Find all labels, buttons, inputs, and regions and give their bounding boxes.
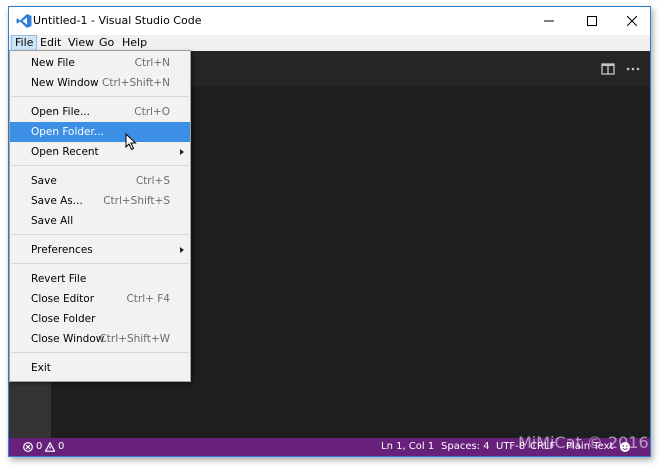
- file-menu-dropdown: New File Ctrl+N New Window Ctrl+Shift+N …: [9, 50, 191, 382]
- menu-bar: File Edit View Go Help: [9, 35, 650, 51]
- menu-item-label: Open File...: [31, 106, 90, 118]
- menu-item-label: Open Folder...: [31, 126, 104, 138]
- menu-item-label: New Window: [31, 77, 99, 89]
- menu-item-save-all[interactable]: Save All: [10, 211, 190, 231]
- error-icon[interactable]: [23, 442, 33, 452]
- menu-separator: [11, 165, 189, 166]
- menu-item-open-file[interactable]: Open File... Ctrl+O: [10, 102, 190, 122]
- menu-separator: [11, 263, 189, 264]
- menu-item-label: Open Recent: [31, 146, 99, 158]
- submenu-arrow-icon: [180, 247, 184, 253]
- menu-help[interactable]: Help: [119, 36, 150, 50]
- menu-item-close-folder[interactable]: Close Folder: [10, 309, 190, 329]
- submenu-arrow-icon: [180, 149, 184, 155]
- error-count[interactable]: 0: [36, 441, 42, 453]
- menu-item-save-as[interactable]: Save As... Ctrl+Shift+S: [10, 191, 190, 211]
- close-icon: [627, 16, 637, 26]
- menu-item-label: Close Window: [31, 333, 105, 345]
- menu-item-exit[interactable]: Exit: [10, 358, 190, 378]
- window-title: Untitled-1 - Visual Studio Code: [33, 14, 202, 27]
- warning-icon[interactable]: [45, 442, 55, 452]
- menu-item-label: Close Editor: [31, 293, 95, 305]
- menu-separator: [11, 234, 189, 235]
- menu-go[interactable]: Go: [96, 36, 117, 50]
- menu-item-shortcut: Ctrl+Shift+N: [102, 77, 170, 89]
- vscode-logo-icon: [16, 14, 32, 28]
- menu-item-label: Exit: [31, 362, 51, 374]
- menu-item-shortcut: Ctrl+O: [134, 106, 170, 118]
- menu-item-shortcut: Ctrl+N: [134, 57, 170, 69]
- menu-item-shortcut: Ctrl+ F4: [126, 293, 170, 305]
- minimize-button[interactable]: [527, 7, 571, 35]
- menu-item-label: Preferences: [31, 244, 93, 256]
- indentation-setting[interactable]: Spaces: 4: [441, 441, 490, 453]
- menu-view[interactable]: View: [65, 36, 97, 50]
- menu-item-close-editor[interactable]: Close Editor Ctrl+ F4: [10, 289, 190, 309]
- menu-item-shortcut: Ctrl+Shift+W: [99, 333, 170, 345]
- menu-separator: [11, 96, 189, 97]
- menu-file[interactable]: File: [11, 35, 38, 51]
- menu-item-label: Save: [31, 175, 57, 187]
- split-editor-icon[interactable]: [600, 61, 616, 77]
- close-button[interactable]: [614, 7, 650, 35]
- maximize-icon: [587, 16, 597, 26]
- mouse-cursor-icon: [125, 133, 137, 151]
- menu-item-revert-file[interactable]: Revert File: [10, 269, 190, 289]
- menu-item-save[interactable]: Save Ctrl+S: [10, 171, 190, 191]
- menu-item-label: Save All: [31, 215, 74, 227]
- menu-item-label: Close Folder: [31, 313, 96, 325]
- cursor-position[interactable]: Ln 1, Col 1: [381, 441, 434, 453]
- menu-item-label: Revert File: [31, 273, 87, 285]
- menu-separator: [11, 352, 189, 353]
- menu-item-open-folder[interactable]: Open Folder...: [10, 122, 190, 142]
- menu-item-shortcut: Ctrl+Shift+S: [103, 195, 170, 207]
- menu-item-new-file[interactable]: New File Ctrl+N: [10, 53, 190, 73]
- menu-item-open-recent[interactable]: Open Recent: [10, 142, 190, 162]
- menu-item-close-window[interactable]: Close Window Ctrl+Shift+W: [10, 329, 190, 349]
- menu-edit[interactable]: Edit: [37, 36, 64, 50]
- minimize-icon: [544, 20, 554, 22]
- menu-item-new-window[interactable]: New Window Ctrl+Shift+N: [10, 73, 190, 93]
- menu-item-label: New File: [31, 57, 75, 69]
- menu-item-preferences[interactable]: Preferences: [10, 240, 190, 260]
- menu-item-label: Save As...: [31, 195, 83, 207]
- more-icon[interactable]: [625, 61, 641, 77]
- watermark: MiMiCat © 2016: [518, 433, 649, 452]
- maximize-button[interactable]: [570, 7, 614, 35]
- menu-item-shortcut: Ctrl+S: [135, 175, 170, 187]
- warning-count[interactable]: 0: [58, 441, 64, 453]
- title-bar: Untitled-1 - Visual Studio Code: [9, 7, 650, 35]
